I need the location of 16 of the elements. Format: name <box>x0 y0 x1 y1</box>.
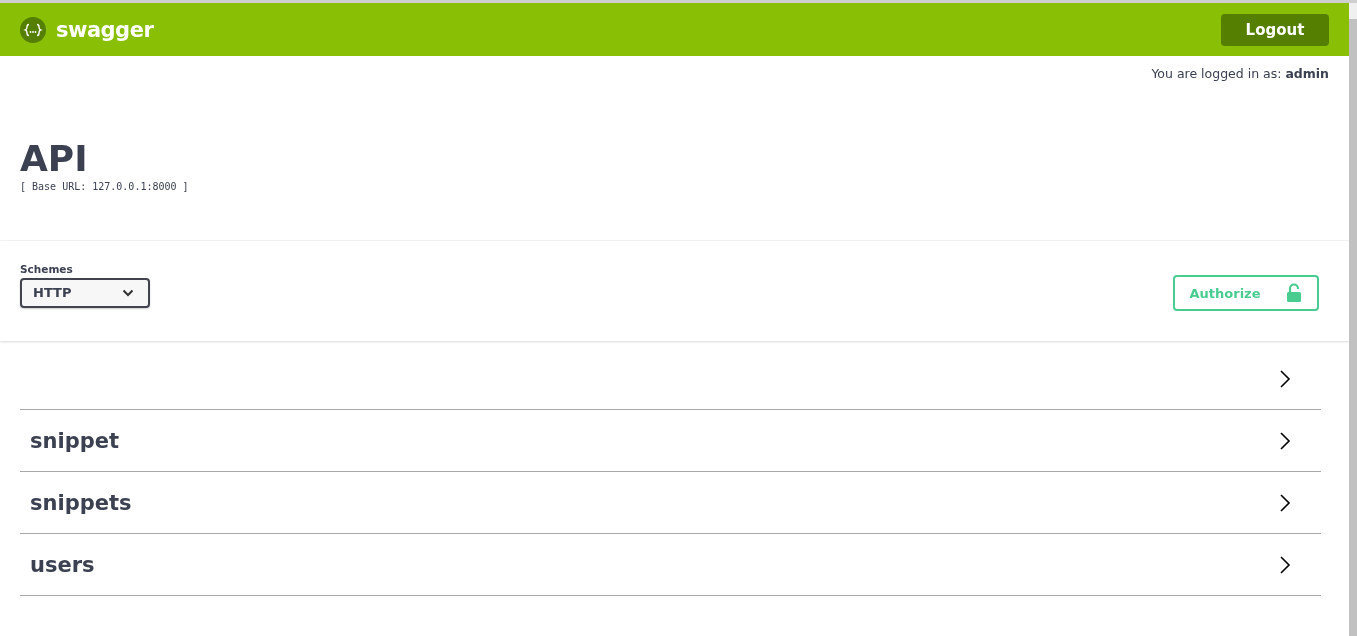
logout-button[interactable]: Logout <box>1221 13 1329 46</box>
tag-section[interactable]: users <box>20 534 1321 596</box>
login-status: You are logged in as: admin <box>1151 66 1329 81</box>
scrollbar[interactable] <box>1349 3 1357 636</box>
tag-section[interactable]: snippet <box>20 410 1321 472</box>
logo-icon <box>20 16 46 43</box>
logo-text: swagger <box>56 17 154 42</box>
tag-section[interactable]: snippets <box>20 472 1321 534</box>
tag-name: snippets <box>30 490 132 515</box>
chevron-down-icon <box>122 288 134 297</box>
api-title: API <box>20 139 89 179</box>
base-url: [ Base URL: 127.0.0.1:8000 ] <box>20 181 190 192</box>
schemes-select[interactable]: HTTP <box>20 277 150 308</box>
tag-name: snippet <box>30 428 119 453</box>
schemes-label: Schemes <box>20 262 74 275</box>
tag-name: users <box>30 552 95 577</box>
